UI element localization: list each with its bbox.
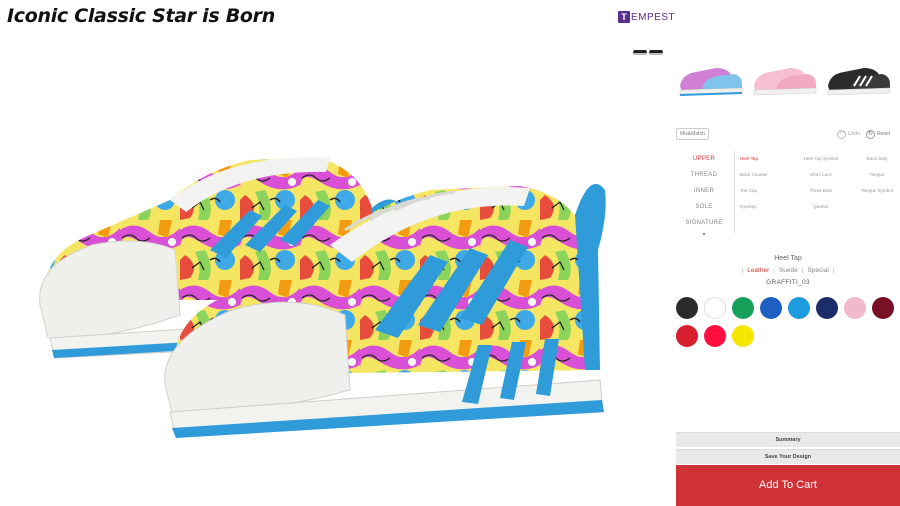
part-tongue-symbol[interactable]: Tongue Symbol	[854, 185, 900, 197]
category-list: UPPER THREAD INNER SOLE SIGNATURE ▾	[676, 151, 732, 238]
material-title: Heel Tap	[774, 255, 802, 262]
save-design-button[interactable]: Save Your Design	[676, 449, 900, 464]
part-shoe-lace[interactable]: Shoe Lace	[788, 169, 854, 181]
mixmatch-button[interactable]: Mix&Match	[676, 128, 709, 140]
color-swatch[interactable]	[704, 325, 726, 347]
logo-text: EMPEST	[631, 11, 676, 23]
category-inner[interactable]: INNER	[676, 183, 732, 199]
part-three-bars[interactable]: Three Bars	[788, 185, 854, 197]
customizer-toolbar: Mix&Match ↶ Undo ↻ Reset	[676, 127, 900, 141]
shoe-pair-icon[interactable]	[649, 48, 663, 55]
part-toe-cap[interactable]: Toe Cap	[740, 185, 788, 197]
part-eyestay[interactable]: Eyestay	[740, 201, 788, 213]
shoe-preview[interactable]	[0, 40, 650, 480]
category-sole[interactable]: SOLE	[676, 199, 732, 215]
brand-logo[interactable]: T EMPEST	[618, 11, 675, 23]
part-back-counter[interactable]: Back Counter	[740, 169, 788, 181]
part-tongue[interactable]: Tongue	[854, 169, 900, 181]
category-divider	[734, 151, 735, 233]
summary-button[interactable]: Summary	[676, 432, 900, 447]
reset-label: Reset	[876, 131, 890, 137]
tab-suede[interactable]: Suede	[779, 267, 798, 274]
thumbnail-pink[interactable]	[750, 62, 818, 96]
thumbnail-graffiti[interactable]	[676, 62, 744, 96]
tab-special[interactable]: Special	[807, 267, 828, 274]
color-swatch[interactable]	[676, 297, 698, 319]
color-swatch[interactable]	[844, 297, 866, 319]
color-swatch[interactable]	[872, 297, 894, 319]
page-title: Iconic Classic Star is Born	[7, 5, 275, 27]
part-heel-tap-symbol[interactable]: Heel Tap Symbol	[788, 153, 854, 165]
customizer-panel: Mix&Match ↶ Undo ↻ Reset UPPER THREAD IN…	[676, 127, 900, 347]
color-swatch[interactable]	[732, 297, 754, 319]
color-swatch[interactable]	[816, 297, 838, 319]
design-thumbnails	[676, 62, 900, 96]
color-swatch[interactable]	[760, 297, 782, 319]
category-thread[interactable]: THREAD	[676, 167, 732, 183]
category-upper[interactable]: UPPER	[676, 151, 732, 167]
color-swatch[interactable]	[676, 325, 698, 347]
part-quarter[interactable]: Quarter	[788, 201, 854, 213]
chevron-down-icon[interactable]: ▾	[676, 231, 732, 238]
part-back-stay[interactable]: Back Stay	[854, 153, 900, 165]
category-signature[interactable]: SIGNATURE	[676, 215, 732, 231]
color-swatch[interactable]	[704, 297, 726, 319]
logo-mark: T	[618, 11, 630, 23]
undo-button[interactable]: ↶ Undo	[836, 129, 860, 139]
reset-button[interactable]: ↻ Reset	[865, 129, 890, 139]
color-swatch[interactable]	[788, 297, 810, 319]
add-to-cart-button[interactable]: Add To Cart	[676, 465, 900, 506]
pattern-name: GRAFFITI_03	[766, 279, 810, 286]
tab-leather[interactable]: Leather	[747, 267, 769, 274]
undo-icon: ↶	[836, 129, 846, 139]
color-swatch[interactable]	[732, 325, 754, 347]
material-tabs: | Leather | Suede | Special |	[741, 267, 835, 274]
reset-icon: ↻	[865, 129, 875, 139]
thumbnail-black[interactable]	[824, 62, 892, 96]
undo-label: Undo	[847, 131, 860, 137]
part-heel-tap[interactable]: Heel Tap	[740, 153, 788, 165]
color-swatches	[676, 297, 900, 347]
part-list: Heel Tap Heel Tap Symbol Back Stay Back …	[740, 153, 900, 213]
